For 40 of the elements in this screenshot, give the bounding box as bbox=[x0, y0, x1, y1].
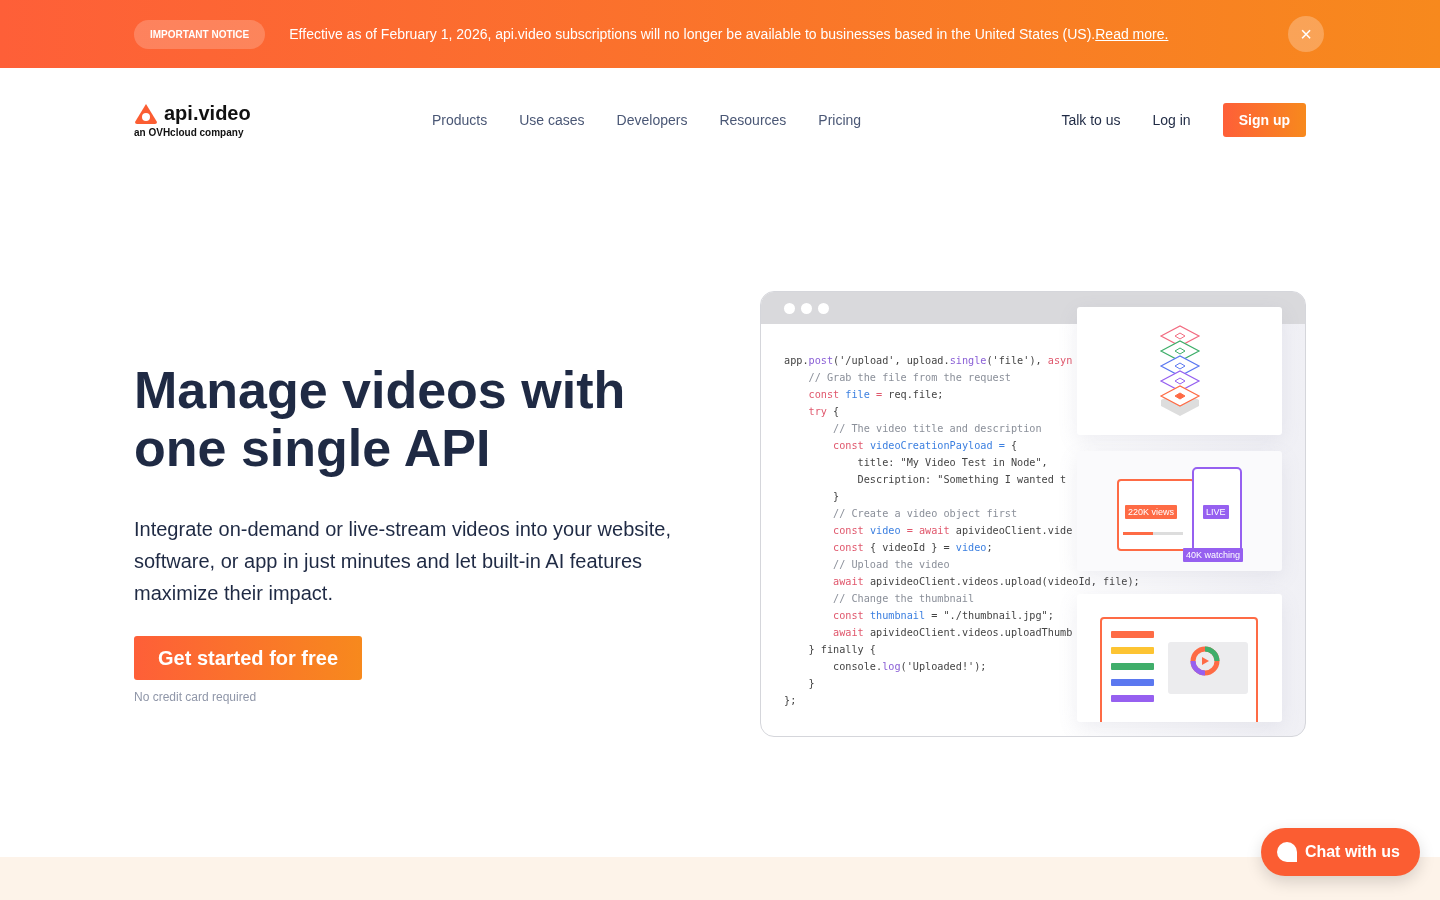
code-line: // Change the thumbnail bbox=[832, 592, 975, 606]
code-line: const file = req.file; bbox=[807, 388, 944, 402]
code-line: } bbox=[832, 490, 840, 504]
live-label: LIVE bbox=[1203, 505, 1229, 519]
logo-text: api.video bbox=[164, 102, 251, 125]
code-line: // Grab the file from the request bbox=[807, 371, 1011, 385]
code-line: } finally { bbox=[807, 643, 876, 657]
code-line: const videoCreationPayload = { bbox=[832, 439, 1018, 453]
nav-link[interactable]: Resources bbox=[719, 112, 787, 128]
nav-link[interactable]: Talk to us bbox=[1061, 112, 1121, 128]
nav-link[interactable]: Developers bbox=[616, 112, 688, 128]
notice-message: Effective as of February 1, 2026, api.video subscriptions will no longer be available to businesses based in the United States (US).Read more. bbox=[289, 26, 1170, 42]
nav-link[interactable]: Pricing bbox=[818, 112, 862, 128]
chat-bubble-icon bbox=[1276, 842, 1297, 862]
code-line: console.log('Uploaded!'); bbox=[832, 660, 987, 674]
code-line: const thumbnail = "./thumbnail.jpg"; bbox=[832, 609, 1054, 623]
code-line: // Create a video object first bbox=[832, 507, 1018, 521]
logo-icon bbox=[134, 102, 158, 125]
code-line: }; bbox=[784, 694, 797, 708]
hero-description: Integrate on-demand or live-stream videos into your website, software, or app in just minutes and let built-in AI features maximize their impact. bbox=[134, 517, 672, 606]
code-line: Description: "Something I wanted t bbox=[856, 473, 1067, 487]
code-line: } bbox=[807, 677, 815, 691]
code-line: await apivideoClient.videos.uploadThumb bbox=[832, 626, 1073, 640]
cta-note: No credit card required bbox=[134, 690, 258, 704]
notice-badge: IMPORTANT NOTICE bbox=[134, 19, 266, 49]
logo-tagline: an OVHcloud company bbox=[134, 127, 245, 138]
code-line: app.post('/upload', upload.single('file'), asyn bbox=[784, 354, 1073, 368]
nav-link[interactable]: Products bbox=[432, 112, 488, 128]
hero-title: Manage videos with one single API bbox=[134, 361, 627, 477]
code-line: try { bbox=[807, 405, 840, 419]
views-label: 220K views bbox=[1125, 505, 1178, 519]
code-line: title: "My Video Test in Node", bbox=[856, 456, 1048, 470]
nav-link[interactable]: Log in bbox=[1152, 112, 1191, 128]
code-line: const { videoId } = video; bbox=[832, 541, 993, 555]
code-line: // The video title and description bbox=[832, 422, 1042, 436]
code-line: const video = await apivideoClient.vide bbox=[832, 524, 1073, 538]
nav-link[interactable]: Use cases bbox=[519, 112, 585, 128]
watching-label: 40K watching bbox=[1183, 548, 1244, 562]
code-line: // Upload the video bbox=[832, 558, 950, 572]
code-line: await apivideoClient.videos.upload(videoId, file); bbox=[832, 575, 1140, 589]
